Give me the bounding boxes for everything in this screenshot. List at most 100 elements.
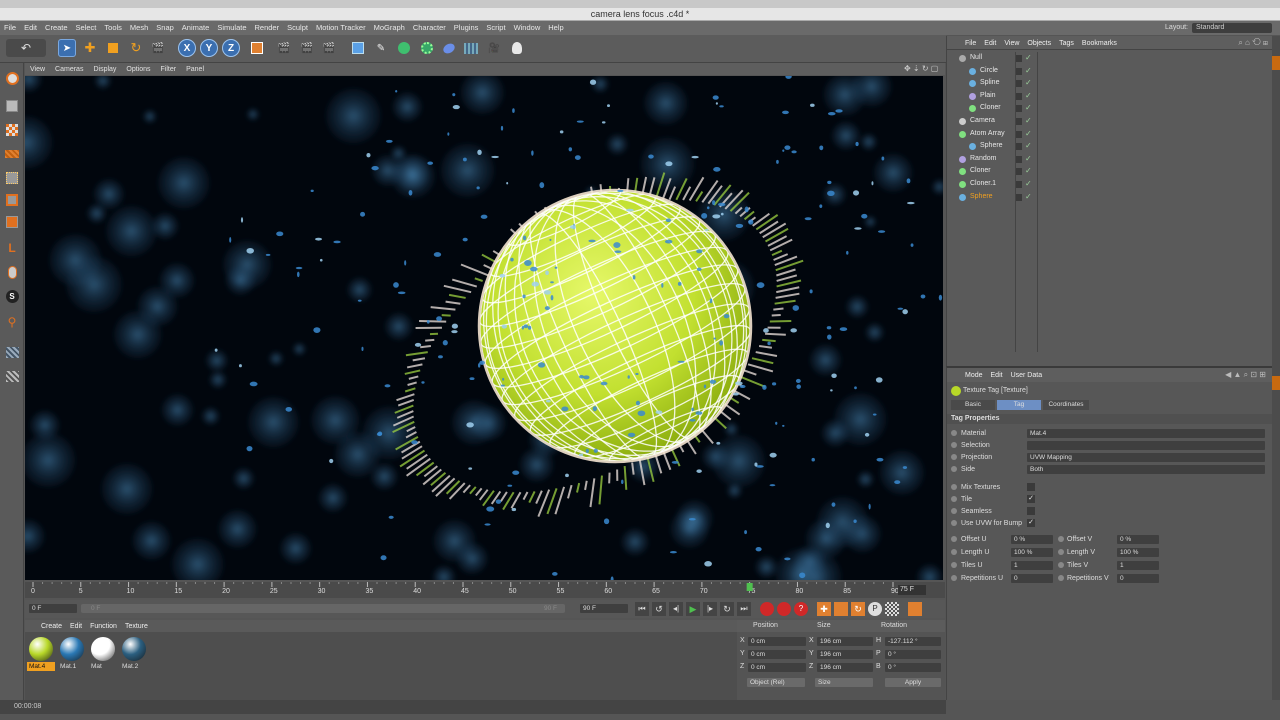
object-row[interactable]: Sphere ✓: [947, 191, 1273, 204]
object-row[interactable]: Sphere ✓: [947, 140, 1273, 153]
visibility-check-icon[interactable]: ✓: [1025, 128, 1032, 141]
tab-tag[interactable]: Tag: [997, 400, 1041, 410]
object-row[interactable]: Camera ✓: [947, 115, 1273, 128]
position-field[interactable]: 0 cm: [748, 650, 806, 659]
menu-file[interactable]: File: [0, 21, 20, 35]
menu-motion-tracker[interactable]: Motion Tracker: [312, 21, 370, 35]
rotation-field[interactable]: 0 °: [885, 663, 941, 672]
start-frame-field[interactable]: 0 F: [29, 604, 77, 613]
param-field[interactable]: 0: [1011, 574, 1053, 583]
material-menu-create[interactable]: Create: [37, 621, 66, 633]
object-row[interactable]: Random ✓: [947, 153, 1273, 166]
visibility-check-icon[interactable]: ✓: [1025, 140, 1032, 153]
menu-snap[interactable]: Snap: [152, 21, 178, 35]
material-menu-edit[interactable]: Edit: [66, 621, 86, 633]
object-row[interactable]: Atom Array ✓: [947, 128, 1273, 141]
subdivision-button[interactable]: [395, 39, 413, 57]
step-back-icon[interactable]: ◂|: [669, 602, 683, 616]
param-field[interactable]: 1: [1011, 561, 1053, 570]
radio-dot[interactable]: [951, 575, 957, 581]
coord-mode-select[interactable]: Object (Rel): [747, 678, 805, 687]
checkbox[interactable]: [1027, 483, 1035, 491]
om-menu-edit[interactable]: Edit: [980, 37, 1000, 51]
texture-mode-button[interactable]: [2, 121, 22, 139]
visibility-check-icon[interactable]: ✓: [1025, 52, 1032, 65]
object-row[interactable]: Plain ✓: [947, 90, 1273, 103]
position-field[interactable]: 0 cm: [748, 663, 806, 672]
viewport-menu-cameras[interactable]: Cameras: [50, 64, 88, 76]
radio-dot[interactable]: [1058, 562, 1064, 568]
visibility-check-icon[interactable]: ✓: [1025, 102, 1032, 115]
radio-dot[interactable]: [1058, 575, 1064, 581]
workplane-button[interactable]: [2, 145, 22, 163]
coordinate-system-button[interactable]: [248, 39, 266, 57]
key-param-icon[interactable]: P: [868, 602, 882, 616]
menu-mograph[interactable]: MoGraph: [370, 21, 409, 35]
checkbox[interactable]: ✓: [1027, 519, 1035, 527]
menu-create[interactable]: Create: [41, 21, 72, 35]
layer-checkbox[interactable]: [1015, 67, 1022, 75]
object-row[interactable]: Cloner.1 ✓: [947, 178, 1273, 191]
position-field[interactable]: 0 cm: [748, 637, 806, 646]
render-settings-button[interactable]: 🎬: [320, 39, 338, 57]
radio-dot[interactable]: [1058, 536, 1064, 542]
3d-viewport[interactable]: [25, 76, 943, 580]
visibility-check-icon[interactable]: ✓: [1025, 90, 1032, 103]
camera-button[interactable]: 🎥: [485, 39, 503, 57]
visibility-check-icon[interactable]: ✓: [1025, 65, 1032, 78]
rotation-field[interactable]: 0 °: [885, 650, 941, 659]
layer-checkbox[interactable]: [1015, 168, 1022, 176]
viewport-menu-panel[interactable]: Panel: [181, 64, 209, 76]
loop-forward-icon[interactable]: ↻: [720, 602, 734, 616]
current-frame-field[interactable]: 75 F: [898, 585, 926, 595]
move-live-select-button[interactable]: ➤: [58, 39, 76, 57]
axis-z-button[interactable]: Z: [222, 39, 240, 57]
points-mode-button[interactable]: [2, 169, 22, 187]
undo-button[interactable]: ↶: [6, 39, 46, 57]
object-row[interactable]: Cloner ✓: [947, 165, 1273, 178]
menu-select[interactable]: Select: [72, 21, 101, 35]
menu-character[interactable]: Character: [409, 21, 450, 35]
cube-button[interactable]: [349, 39, 367, 57]
om-menu-objects[interactable]: Objects: [1023, 37, 1055, 51]
visibility-check-icon[interactable]: ✓: [1025, 153, 1032, 166]
key-position-icon[interactable]: ✚: [817, 602, 831, 616]
checkbox[interactable]: ✓: [1027, 495, 1035, 503]
size-field[interactable]: 196 cm: [817, 663, 873, 672]
polygons-mode-button[interactable]: [2, 213, 22, 231]
record-icon[interactable]: [760, 602, 774, 616]
make-editable-button[interactable]: [2, 69, 22, 87]
viewport-menu-display[interactable]: Display: [88, 64, 121, 76]
size-field[interactable]: 196 cm: [817, 637, 873, 646]
layer-checkbox[interactable]: [1015, 80, 1022, 88]
viewport-menu-options[interactable]: Options: [121, 64, 155, 76]
material-menu-texture[interactable]: Texture: [121, 621, 152, 633]
radio-dot[interactable]: [951, 454, 957, 460]
render-view-button[interactable]: 🎬: [275, 39, 293, 57]
tab-basic[interactable]: Basic: [951, 400, 995, 410]
viewport-nav-icons[interactable]: ✥ ⇣ ↻ ▢: [904, 64, 938, 73]
layer-checkbox[interactable]: [1015, 143, 1022, 151]
rotate-tool-button[interactable]: ↻: [127, 39, 145, 57]
visibility-check-icon[interactable]: ✓: [1025, 115, 1032, 128]
planar-snap-button[interactable]: [2, 367, 22, 385]
menu-simulate[interactable]: Simulate: [213, 21, 250, 35]
visibility-check-icon[interactable]: ✓: [1025, 178, 1032, 191]
axis-x-button[interactable]: X: [178, 39, 196, 57]
checkbox[interactable]: [1027, 507, 1035, 515]
radio-dot[interactable]: [951, 466, 957, 472]
am-menu-mode[interactable]: Mode: [961, 369, 987, 383]
tab-coordinates[interactable]: Coordinates: [1043, 400, 1089, 410]
material-swatch[interactable]: Mat.2: [120, 636, 148, 674]
array-button[interactable]: [418, 39, 436, 57]
material-menu-function[interactable]: Function: [86, 621, 121, 633]
viewport-menu-view[interactable]: View: [25, 64, 50, 76]
param-field[interactable]: 100 %: [1011, 548, 1053, 557]
model-mode-button[interactable]: [2, 97, 22, 115]
param-field[interactable]: 0 %: [1117, 535, 1159, 544]
text-field[interactable]: Mat.4: [1027, 429, 1265, 438]
timeline-ruler[interactable]: 0 5 10 15 20 25 30 35 40 45 50 55 60 65 70 75 80 85 90 75 …: [25, 582, 945, 598]
menu-help[interactable]: Help: [544, 21, 567, 35]
object-row[interactable]: Null ✓: [947, 52, 1273, 65]
material-swatch[interactable]: Mat: [89, 636, 117, 674]
